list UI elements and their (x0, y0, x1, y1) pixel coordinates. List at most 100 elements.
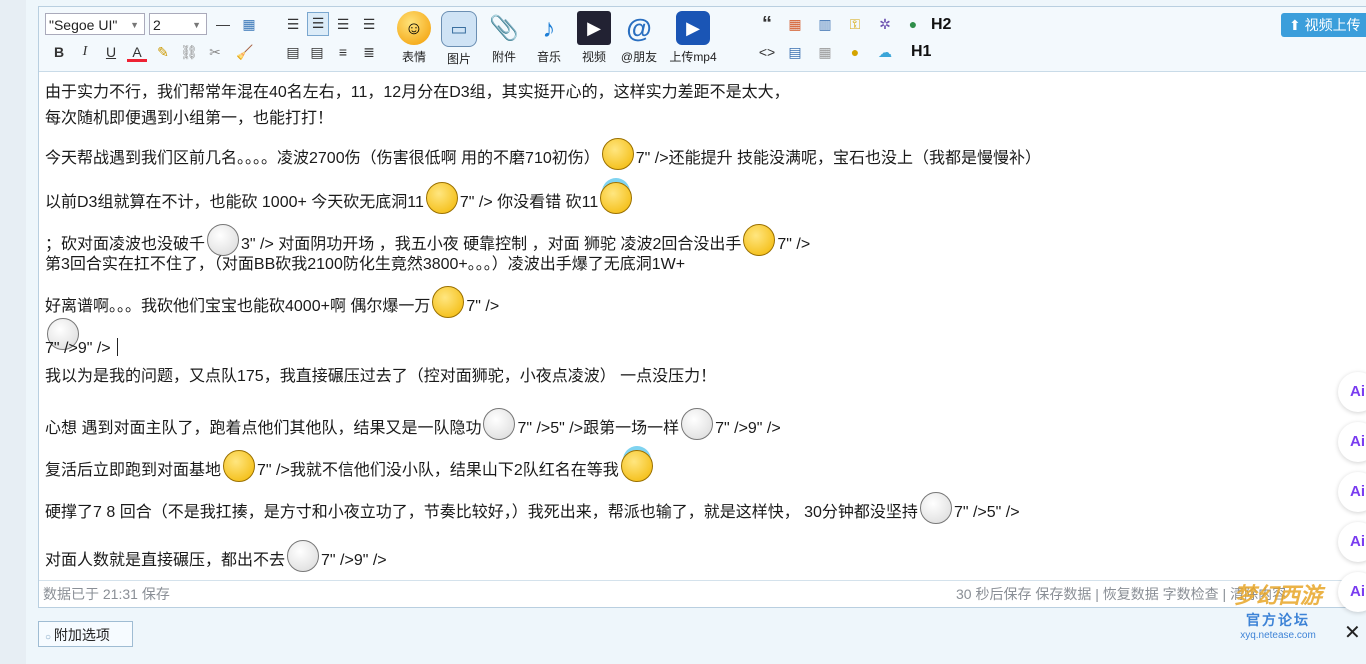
font-family-select[interactable]: "Segoe UI" ▼ (45, 13, 145, 35)
page-icon[interactable]: ▤ (785, 42, 805, 62)
attachment-button[interactable]: 📎 附件 (484, 11, 524, 65)
emoticon-icon (425, 182, 458, 214)
font-size-select[interactable]: 2 ▼ (149, 13, 207, 35)
horizontal-rule-icon[interactable]: — (213, 14, 233, 34)
layout-icon[interactable]: ▦ (815, 42, 835, 62)
play-circle-icon: ▶ (676, 11, 710, 45)
align-justify-icon[interactable]: ☰ (307, 12, 329, 36)
content-line: 每次随机即便遇到小组第一，也能打打！ (45, 104, 333, 128)
hide-content-icon[interactable]: ▥ (815, 14, 835, 34)
watermark-brand: 梦幻西游 (1233, 583, 1322, 608)
content-line: 由于实力不行，我们帮常年混在40名左右，11，12月分在D3组，其实挺开心的，这… (45, 78, 790, 102)
post-editor: "Segoe UI" ▼ 2 ▼ — ▦ ☰ ☰ ☰ ☰ B I U A ✎ ⛓… (38, 6, 1366, 608)
content-text: 由于实力不行，我们帮常年混在40名左右，11，12月分在D3组，其实挺开心的，这… (45, 84, 790, 101)
background-color-icon[interactable]: ✎ (153, 42, 173, 62)
clear-format-icon[interactable]: 🧹 (235, 42, 255, 62)
content-text: 7" />9" /> (715, 420, 781, 437)
emoticon-icon (223, 450, 256, 482)
content-text: 以前D3组就算在不计，也能砍 1000+ 今天砍无底洞11 (45, 194, 424, 211)
free-tag-icon[interactable]: ▦ (785, 14, 805, 34)
content-text: 今天帮战遇到我们区前几名。。。。凌波2700伤（伤害很低啊 用的不磨710初伤） (45, 150, 600, 167)
content-line: 硬撑了7 8 回合（不是我扛揍，是方寸和小夜立功了，节奏比较好，）我死出来，帮派… (45, 492, 1020, 524)
content-line: 我以为是我的问题，又点队175，我直接碾压过去了（控对面狮驼，小夜点凌波） 一点… (45, 362, 716, 386)
picture-icon: ▭ (441, 11, 477, 47)
emoji-button[interactable]: ☺ 表情 (394, 11, 434, 65)
monster-icon[interactable]: ● (903, 14, 923, 34)
content-text: 复活后立即跑到对面基地 (45, 462, 222, 479)
content-line: 以前D3组就算在不计，也能砍 1000+ 今天砍无底洞11 7" /> 你没看错 … (45, 182, 634, 214)
music-button[interactable]: ♪ 音乐 (529, 11, 569, 65)
chevron-down-icon: ▼ (192, 20, 201, 30)
emoticon-icon (743, 224, 776, 256)
watermark-url: xyq.netease.com (1240, 630, 1316, 641)
emoticon-icon (287, 540, 320, 572)
underline-button[interactable]: U (101, 42, 121, 62)
music-label: 音乐 (536, 50, 561, 64)
bold-button[interactable]: B (49, 42, 69, 62)
align-left-icon[interactable]: ☰ (283, 14, 303, 34)
link-icon[interactable]: ⛓ (179, 42, 199, 62)
font-color-button[interactable]: A (127, 42, 147, 62)
content-line: 第3回合实在扛不住了，（对面BB砍我2100防化生竟然3800+。。。）凌波出手… (45, 250, 685, 274)
content-text: 7" />9" /> (321, 552, 387, 569)
save-status: 数据已于 21:31 保存 (43, 586, 170, 602)
quote-icon[interactable]: “ (757, 14, 777, 34)
content-text: 7" />还能提升 技能没满呢，宝石也没上（我都是慢慢补） (635, 150, 1042, 167)
emoticon-icon (600, 182, 633, 214)
float-left-icon[interactable]: ▤ (283, 42, 303, 62)
watermark-forum: 官方论坛 (1246, 612, 1310, 628)
radio-icon: ○ (45, 632, 54, 643)
at-sign-icon: @ (626, 12, 652, 43)
unordered-list-icon[interactable]: ≣ (359, 42, 379, 62)
site-watermark: 梦幻西游 官方论坛 xyq.netease.com (1214, 578, 1342, 656)
puzzle-icon[interactable]: ✲ (875, 14, 895, 34)
content-line: 复活后立即跑到对面基地 7" />我就不信他们没小队，结果山下2队红名在等我 (45, 450, 655, 482)
content-text: 7" /> 你没看错 砍11 (459, 194, 599, 211)
unlink-icon[interactable]: ✂ (205, 42, 225, 62)
emoticon-icon (601, 138, 634, 170)
content-line: 7" />9" /> (45, 338, 118, 358)
editor-toolbar: "Segoe UI" ▼ 2 ▼ — ▦ ☰ ☰ ☰ ☰ B I U A ✎ ⛓… (39, 7, 1366, 72)
float-right-icon[interactable]: ▤ (307, 42, 327, 62)
content-line: 对面人数就是直接碾压，都出不去 7" />9" /> (45, 540, 387, 572)
content-text: 每次随机即便遇到小组第一，也能打打！ (45, 110, 334, 127)
left-gutter (0, 0, 26, 664)
video-upload-button[interactable]: ⬆ 视频上传 (1281, 13, 1366, 37)
close-icon[interactable]: ✕ (1344, 620, 1361, 645)
paperclip-icon: 📎 (489, 14, 519, 42)
heading-2-button[interactable]: H2 (931, 16, 951, 34)
content-line: 今天帮战遇到我们区前几名。。。。凌波2700伤（伤害很低啊 用的不磨710初伤）… (45, 138, 1041, 170)
font-size-value: 2 (153, 17, 161, 33)
italic-button[interactable]: I (75, 42, 95, 62)
ghost-icon[interactable]: ☁ (875, 42, 895, 62)
emoticon-icon (620, 450, 653, 482)
table-icon[interactable]: ▦ (239, 14, 259, 34)
content-text: 第3回合实在扛不住了，（对面BB砍我2100防化生竟然3800+。。。）凌波出手… (45, 256, 686, 273)
content-text: 7" />5" />跟第一场一样 (517, 420, 680, 437)
heading-1-button[interactable]: H1 (911, 43, 931, 61)
at-friend-label: @朋友 (620, 50, 658, 64)
content-text: 硬撑了7 8 回合（不是我扛揍，是方寸和小夜立功了，节奏比较好，）我死出来，帮派… (45, 504, 918, 521)
video-label: 视频 (581, 50, 606, 64)
upload-mp4-label: 上传mp4 (669, 50, 717, 64)
video-button[interactable]: ▶ 视频 (574, 11, 614, 65)
password-key-icon[interactable]: ⚿ (845, 14, 865, 34)
align-right-icon[interactable]: ☰ (359, 14, 379, 34)
editor-statusbar: 数据已于 21:31 保存 30 秒后保存 保存数据 | 恢复数据 字数检查 |… (39, 580, 1366, 607)
emoticon-icon (483, 408, 516, 440)
attachment-label: 附件 (491, 50, 516, 64)
emoji-label: 表情 (401, 50, 426, 64)
code-icon[interactable]: <> (757, 42, 777, 62)
upload-mp4-button[interactable]: ▶ 上传mp4 (663, 11, 723, 65)
ordered-list-icon[interactable]: ≡ (333, 42, 353, 62)
content-text: 对面人数就是直接碾压，都出不去 (45, 552, 286, 569)
align-center-icon[interactable]: ☰ (333, 14, 353, 34)
content-text: 7" /> (777, 236, 811, 253)
editor-content[interactable]: 由于实力不行，我们帮常年混在40名左右，11，12月分在D3组，其实挺开心的，这… (39, 72, 1366, 580)
emoticon-icon (681, 408, 714, 440)
extra-options-button[interactable]: ○ 附加选项 (38, 621, 133, 647)
image-button[interactable]: ▭ 图片 (439, 11, 479, 67)
at-friend-button[interactable]: @ @朋友 (619, 11, 659, 65)
smiley-icon: ☺ (397, 11, 431, 45)
background-icon[interactable]: ● (845, 42, 865, 62)
